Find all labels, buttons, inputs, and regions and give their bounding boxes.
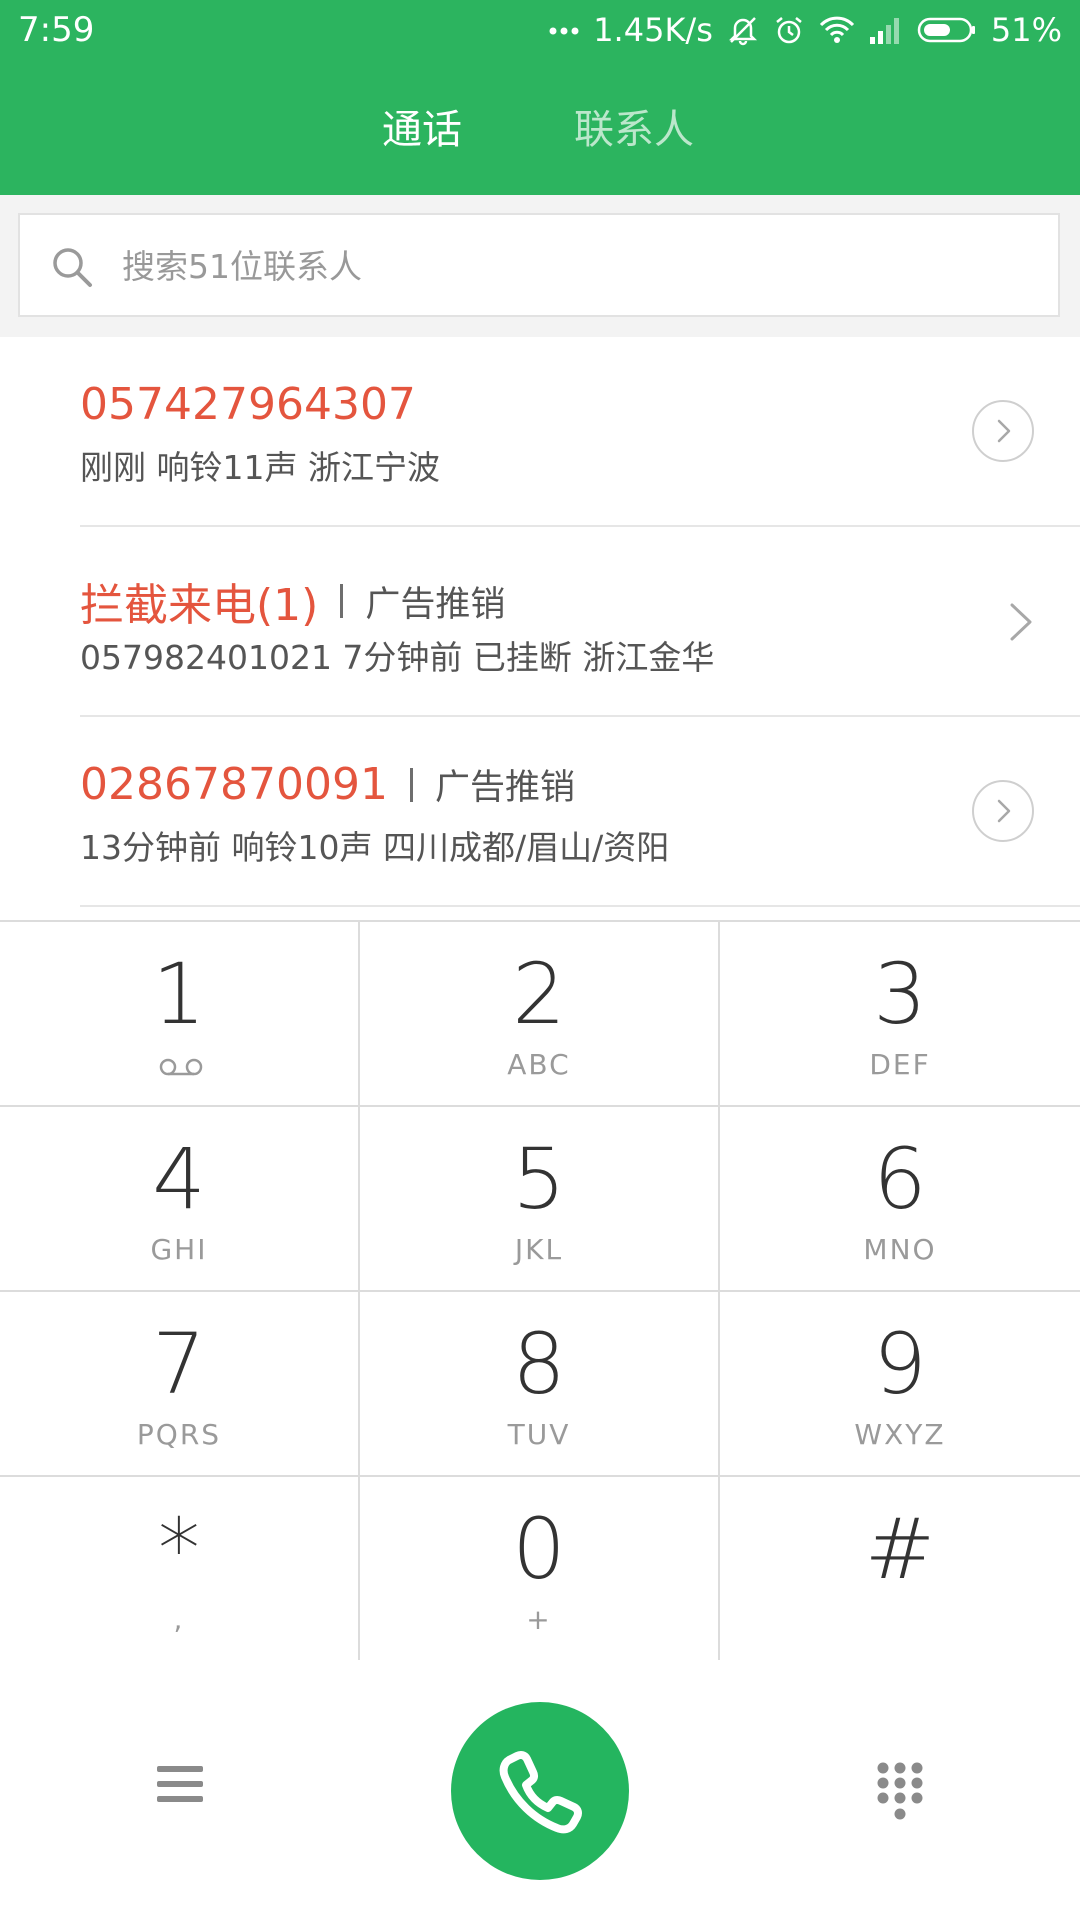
call-detail: 13分钟前 响铃10声 四川成都/眉山/资阳 [80, 828, 670, 867]
tab-contacts[interactable]: 联系人 [574, 95, 694, 165]
search-box[interactable] [18, 213, 1060, 317]
call-tag: 广告推销 [434, 768, 575, 808]
divider [80, 905, 1080, 907]
search-icon [53, 248, 92, 287]
chevron-right-icon[interactable] [1006, 597, 1036, 647]
key-digit: 2 [512, 945, 566, 1043]
dialpad-key-3[interactable]: 3 DEF [720, 922, 1080, 1107]
network-speed: 1.45K/s [593, 11, 713, 49]
dialer-screen: 7:59 1.45K/s 51% 通话 联系人 搜索51位联系人 0574279… [0, 0, 1080, 1920]
bottom-action-bar [0, 1660, 1080, 1920]
call-detail: 057982401021 7分钟前 已挂断 浙江金华 [80, 638, 715, 677]
chevron-right-icon [997, 799, 1011, 823]
key-digit: 1 [152, 945, 206, 1043]
tab-calls[interactable]: 通话 [382, 95, 462, 165]
dialpad-key-5[interactable]: 5 JKL [360, 1107, 720, 1292]
dialpad-key-1[interactable]: 1 [0, 922, 360, 1107]
key-letters: GHI [150, 1233, 208, 1266]
key-digit: * [158, 1500, 200, 1598]
call-detail-button[interactable] [972, 400, 1034, 462]
key-digit: 6 [873, 1130, 927, 1228]
phone-icon [499, 1751, 582, 1834]
call-button[interactable] [451, 1702, 629, 1880]
status-bar: 7:59 1.45K/s 51% [0, 0, 1080, 62]
call-tag: 广告推销 [365, 584, 506, 625]
call-number: 02867870091 [80, 759, 388, 810]
key-digit: 4 [152, 1130, 206, 1228]
dialpad-key-6[interactable]: 6 MNO [720, 1107, 1080, 1292]
call-log-list: 057427964307 刚刚 响铃11声 浙江宁波 拦截来电(1) 广告推销 … [0, 337, 1080, 907]
menu-icon[interactable] [155, 1760, 205, 1808]
key-letters: WXYZ [854, 1418, 946, 1451]
key-letters: PQRS [136, 1418, 222, 1451]
search-bar-container [0, 195, 1080, 337]
call-log-item[interactable]: 02867870091 广告推销 13分钟前 响铃10声 四川成都/眉山/资阳 [0, 717, 1080, 907]
status-time: 7:59 [18, 10, 95, 50]
key-letters: DEF [869, 1048, 931, 1081]
app-header: 7:59 1.45K/s 51% 通话 联系人 [0, 0, 1080, 195]
call-log-item[interactable]: 拦截来电(1) 广告推销 057982401021 7分钟前 已挂断 浙江金华 [0, 527, 1080, 717]
separator [340, 584, 344, 618]
key-letters: TUV [507, 1418, 571, 1451]
status-icons: 1.45K/s 51% [549, 8, 1062, 52]
call-detail: 刚刚 响铃11声 浙江宁波 [80, 448, 440, 487]
key-digit: 7 [152, 1315, 206, 1413]
dialpad-toggle-icon[interactable] [875, 1760, 925, 1824]
key-digit: 0 [512, 1500, 566, 1598]
search-input[interactable] [122, 235, 1022, 297]
dialpad-key-4[interactable]: 4 GHI [0, 1107, 360, 1292]
voicemail-icon [159, 1058, 203, 1076]
alarm-icon [773, 14, 805, 46]
dialpad-key-8[interactable]: 8 TUV [360, 1292, 720, 1477]
key-digit: 9 [873, 1315, 927, 1413]
dialpad-key-7[interactable]: 7 PQRS [0, 1292, 360, 1477]
key-letters: ABC [507, 1048, 571, 1081]
call-log-item[interactable]: 057427964307 刚刚 响铃11声 浙江宁波 [0, 337, 1080, 527]
dialpad-key-2[interactable]: 2 ABC [360, 922, 720, 1107]
dialpad-key-hash[interactable]: # [720, 1477, 1080, 1662]
mute-bell-icon [727, 14, 759, 46]
signal-icon [869, 15, 903, 45]
key-letters: , [173, 1603, 185, 1636]
dialpad-key-0[interactable]: 0 + [360, 1477, 720, 1662]
key-digit: 3 [873, 945, 927, 1043]
dialpad: 1 2 ABC 3 DEF 4 GHI 5 JKL 6 MNO 7 PQRS 8 [0, 920, 1080, 1662]
key-letters: JKL [514, 1233, 564, 1266]
call-title-row: 057427964307 [80, 379, 416, 430]
chevron-right-icon [997, 419, 1011, 443]
separator [409, 767, 413, 802]
key-digit: 5 [512, 1130, 566, 1228]
call-number: 057427964307 [80, 379, 416, 430]
key-digit: 8 [512, 1315, 566, 1413]
tab-bar: 通话 联系人 [0, 95, 1080, 165]
wifi-icon [819, 15, 855, 45]
blocked-calls-label: 拦截来电(1) [80, 580, 319, 631]
dialpad-key-9[interactable]: 9 WXYZ [720, 1292, 1080, 1477]
dialpad-key-star[interactable]: * , [0, 1477, 360, 1662]
call-title-row: 拦截来电(1) 广告推销 [80, 569, 505, 633]
key-letters: MNO [863, 1233, 937, 1266]
call-detail-button[interactable] [972, 780, 1034, 842]
battery-icon [917, 16, 977, 44]
call-title-row: 02867870091 广告推销 [80, 759, 575, 810]
battery-percent: 51% [990, 11, 1062, 49]
key-digit: # [864, 1500, 936, 1598]
more-dots-icon [549, 25, 579, 35]
key-letters: + [526, 1603, 552, 1636]
